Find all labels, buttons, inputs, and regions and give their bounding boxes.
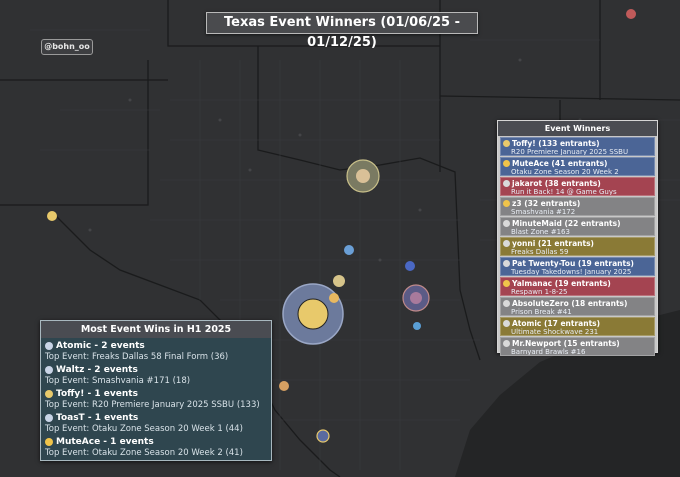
winner-name: MuteAce (41 entrants) xyxy=(512,159,608,168)
winner-row: Pat Twenty-Tou (19 entrants) Tuesday Take… xyxy=(500,257,655,276)
winner-row: Mr.Newport (15 entrants) Barnyard Brawls … xyxy=(500,337,655,356)
player-top-event: Top Event: Otaku Zone Season 20 Week 2 (… xyxy=(45,448,243,458)
rgv-marker xyxy=(316,429,330,443)
fighter-icon xyxy=(503,320,510,327)
el-paso-marker xyxy=(47,211,57,221)
star-icon xyxy=(45,438,53,446)
winner-event: Blast Zone #163 xyxy=(511,228,570,236)
player-top-event: Top Event: Freaks Dallas 58 Final Form (… xyxy=(45,352,229,362)
fighter-icon xyxy=(503,300,510,307)
austin-marker-2 xyxy=(329,293,339,303)
star-icon xyxy=(503,280,510,287)
winner-name: jakarot (38 entrants) xyxy=(512,179,601,188)
winner-name: Atomic (17 entrants) xyxy=(512,319,601,328)
waco-marker xyxy=(344,245,354,255)
fighter-icon xyxy=(45,414,53,422)
player-wins: Waltz - 2 events xyxy=(56,365,138,375)
winner-row: AbsoluteZero (18 entrants) Prison Break #… xyxy=(500,297,655,316)
offmap-marker xyxy=(626,9,636,19)
houston-icon xyxy=(410,292,422,304)
player-wins: ToasT - 1 events xyxy=(56,413,139,423)
winner-name: yonni (21 entrants) xyxy=(512,239,594,248)
fighter-icon xyxy=(503,240,510,247)
winner-name: Yalmanac (19 entrants) xyxy=(512,279,611,288)
winner-name: MinuteMaid (22 entrants) xyxy=(512,219,621,228)
winner-name: Mr.Newport (15 entrants) xyxy=(512,339,620,348)
winner-row: Yalmanac (19 entrants) Respawn 1-8-25 xyxy=(500,277,655,296)
winner-event: Ultimate Shockwave 231 xyxy=(511,328,599,336)
fighter-icon xyxy=(503,260,510,267)
most-wins-item: ToasT - 1 events Top Event: Otaku Zone Se… xyxy=(45,412,271,436)
fighter-icon xyxy=(503,180,510,187)
bryan-marker xyxy=(405,261,415,271)
winner-row: jakarot (38 entrants) Run it Back! 14 @ G… xyxy=(500,177,655,196)
author-handle: @bohn_oo xyxy=(41,39,93,55)
winner-event: Prison Break #41 xyxy=(511,308,572,316)
most-wins-item: MuteAce - 1 events Top Event: Otaku Zone … xyxy=(45,436,271,460)
winner-event: Run it Back! 14 @ Game Guys xyxy=(511,188,617,196)
fighter-icon xyxy=(45,342,53,350)
winner-event: Freaks Dallas 59 xyxy=(511,248,569,256)
most-wins-item: Waltz - 2 events Top Event: Smashvania #1… xyxy=(45,364,271,388)
star-icon xyxy=(503,200,510,207)
fighter-icon xyxy=(503,220,510,227)
fighter-icon xyxy=(45,366,53,374)
player-wins: Toffy! - 1 events xyxy=(56,389,138,399)
winner-name: Toffy! (133 entrants) xyxy=(512,139,600,148)
fighter-icon xyxy=(503,340,510,347)
most-wins-item: Toffy! - 1 events Top Event: R20 Premiere… xyxy=(45,388,271,412)
player-wins: Atomic - 2 events xyxy=(56,341,145,351)
winner-event: Smashvania #172 xyxy=(511,208,576,216)
winner-row: yonni (21 entrants) Freaks Dallas 59 xyxy=(500,237,655,256)
trophy-icon xyxy=(45,390,53,398)
most-wins-item: Atomic - 2 events Top Event: Freaks Dalla… xyxy=(45,340,271,364)
map-stage: { "title": "Texas Event Winners (01/06/2… xyxy=(0,0,680,477)
dallas-icon xyxy=(356,169,370,183)
trophy-icon xyxy=(503,140,510,147)
winner-event: R20 Premiere January 2025 SSBU xyxy=(511,148,629,156)
star-icon xyxy=(503,160,510,167)
event-winners-panel: Event Winners Toffy! (133 entrants) R20 P… xyxy=(497,120,658,356)
player-top-event: Top Event: R20 Premiere January 2025 SSB… xyxy=(45,400,260,410)
winner-row: z3 (32 entrants) Smashvania #172 xyxy=(500,197,655,216)
winner-row: MinuteMaid (22 entrants) Blast Zone #163 xyxy=(500,217,655,236)
winner-row: Toffy! (133 entrants) R20 Premiere Januar… xyxy=(500,137,655,156)
most-wins-header: Most Event Wins in H1 2025 xyxy=(41,321,271,338)
laredo-marker xyxy=(279,381,289,391)
page-title: Texas Event Winners (01/06/25 - 01/12/25… xyxy=(206,12,478,50)
winner-event: Barnyard Brawls #16 xyxy=(511,348,586,356)
winner-event: Respawn 1-8-25 xyxy=(511,288,568,296)
player-top-event: Top Event: Smashvania #171 (18) xyxy=(45,376,191,386)
winner-name: AbsoluteZero (18 entrants) xyxy=(512,299,628,308)
player-top-event: Top Event: Otaku Zone Season 20 Week 1 (… xyxy=(45,424,243,434)
most-wins-panel: Most Event Wins in H1 2025 Atomic - 2 ev… xyxy=(40,320,272,461)
winner-event: Tuesday Takedowns! January 2025 xyxy=(511,268,632,276)
winner-row: MuteAce (41 entrants) Otaku Zone Season 2… xyxy=(500,157,655,176)
winner-row: Atomic (17 entrants) Ultimate Shockwave 2… xyxy=(500,317,655,336)
most-wins-list: Atomic - 2 events Top Event: Freaks Dalla… xyxy=(41,338,271,460)
winner-name: z3 (32 entrants) xyxy=(512,199,581,208)
event-winners-list: Toffy! (133 entrants) R20 Premiere Januar… xyxy=(498,137,657,356)
winner-name: Pat Twenty-Tou (19 entrants) xyxy=(512,259,634,268)
winner-event: Otaku Zone Season 20 Week 2 xyxy=(511,168,619,176)
austin-marker-1 xyxy=(333,275,345,287)
galveston-marker xyxy=(413,322,421,330)
toffy-icon xyxy=(297,298,329,330)
event-winners-header: Event Winners xyxy=(498,121,657,136)
player-wins: MuteAce - 1 events xyxy=(56,437,154,447)
